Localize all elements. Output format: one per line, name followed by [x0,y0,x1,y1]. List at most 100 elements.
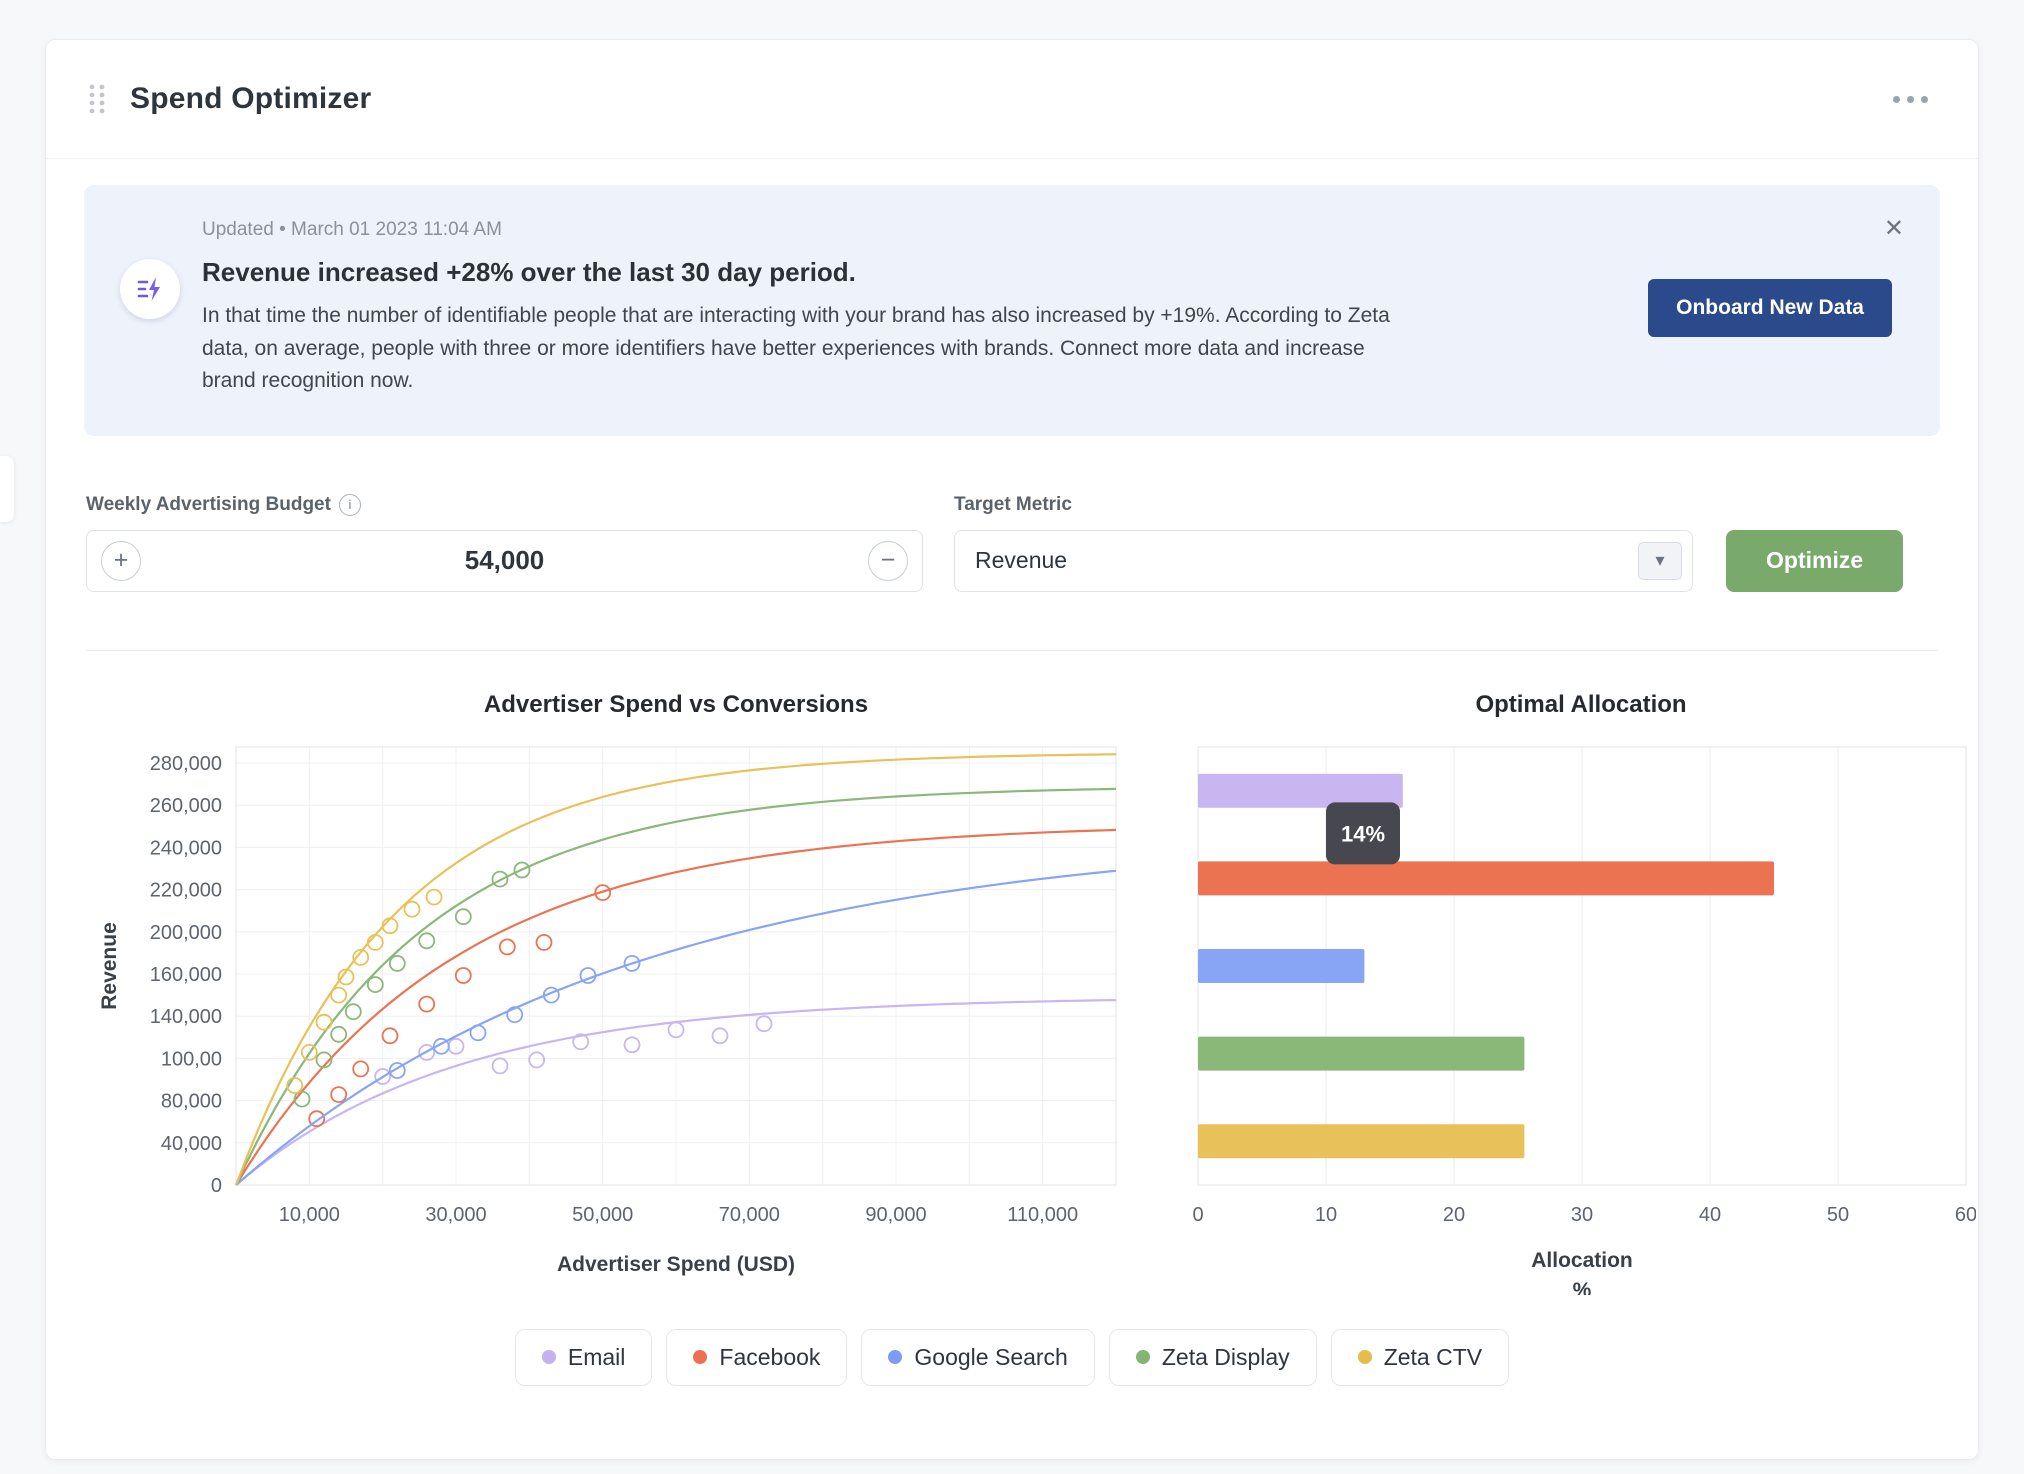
scatter-point-facebook[interactable] [537,935,552,950]
x-tick-label: 50 [1827,1204,1849,1226]
x-tick-label: 40 [1699,1204,1721,1226]
scatter-point-zeta-ctv[interactable] [317,1014,332,1029]
x-tick-label: 60 [1955,1204,1976,1226]
scatter-point-email[interactable] [625,1037,640,1052]
spend-vs-conversions-chart: Advertiser Spend vs Conversions 280,0002… [86,691,1146,1295]
x-tick-label: 70,000 [719,1204,780,1226]
legend-pill-email[interactable]: Email [515,1329,653,1386]
x-tick-label: 30,000 [425,1204,486,1226]
insight-bolt-icon [120,259,180,319]
scatter-point-zeta-ctv[interactable] [405,901,420,916]
legend-dot-icon [888,1350,902,1364]
insight-body: In that time the number of identifiable … [202,300,1392,398]
y-tick-label: 0 [211,1175,222,1197]
budget-stepper: + − [86,530,923,592]
scatter-point-email[interactable] [529,1052,544,1067]
scatter-point-facebook[interactable] [331,1087,346,1102]
overflow-menu-button[interactable] [1883,86,1938,113]
widget-header: Spend Optimizer [46,40,1978,159]
x-tick-label: 20 [1443,1204,1465,1226]
scatter-point-zeta-ctv[interactable] [331,987,346,1002]
channel-legend: Email Facebook Google Search Zeta Display Ze… [46,1329,1978,1386]
charts-row: Advertiser Spend vs Conversions 280,0002… [46,691,1978,1295]
legend-label: Google Search [914,1344,1067,1371]
increment-button[interactable]: + [101,541,141,581]
y-tick-label: 280,000 [150,753,222,775]
allocation-bar-zeta-ctv[interactable] [1198,1124,1524,1158]
legend-pill-google-search[interactable]: Google Search [861,1329,1094,1386]
legend-dot-icon [1136,1350,1150,1364]
allocation-bar-plot: 0 10 20 30 40 50 60 14% Allocation% [1186,735,1976,1295]
y-tick-label: 100,00 [161,1048,222,1070]
close-icon[interactable]: ✕ [1878,211,1910,247]
info-icon[interactable]: i [339,494,361,516]
scatter-point-email[interactable] [713,1028,728,1043]
bar-tooltip-label: 14% [1341,821,1385,846]
legend-label: Zeta Display [1162,1344,1290,1371]
budget-label: Weekly Advertising Budget [86,494,331,516]
y-tick-label: 240,000 [150,837,222,859]
updated-timestamp: Updated • March 01 2023 11:04 AM [202,219,1392,241]
scatter-point-zeta-display[interactable] [390,956,405,971]
scatter-point-zeta-display[interactable] [419,933,434,948]
y-tick-label: 160,000 [150,964,222,986]
scatter-point-facebook[interactable] [500,939,515,954]
spend-optimizer-widget: Spend Optimizer Updated • March 01 2023 … [45,39,1979,1460]
scatter-point-facebook[interactable] [383,1028,398,1043]
optimal-allocation-chart: Optimal Allocation 010203040506014%Alloc… [1186,691,1976,1295]
optimize-button[interactable]: Optimize [1726,530,1903,592]
allocation-bar-google-search[interactable] [1198,949,1364,983]
scatter-point-zeta-display[interactable] [331,1026,346,1041]
scatter-point-facebook[interactable] [456,968,471,983]
y-tick-label: 140,000 [150,1006,222,1028]
x-tick-label: 110,000 [1007,1204,1078,1226]
scatter-point-zeta-display[interactable] [456,909,471,924]
scatter-point-facebook[interactable] [419,996,434,1011]
scatter-point-zeta-display[interactable] [368,977,383,992]
x-axis-unit: % [1573,1279,1592,1295]
allocation-bar-zeta-display[interactable] [1198,1036,1524,1070]
scatter-point-google-search[interactable] [581,968,596,983]
scatter-point-zeta-display[interactable] [346,1004,361,1019]
scatter-plot: 280,000 260,000 240,000 220,000 200,000 160,0… [86,735,1146,1295]
y-tick-label: 220,000 [150,879,222,901]
x-tick-label: 10 [1315,1204,1337,1226]
x-tick-label: 90,000 [865,1204,926,1226]
legend-pill-zeta-ctv[interactable]: Zeta CTV [1331,1329,1509,1386]
x-tick-label: 0 [1192,1204,1203,1226]
target-metric-select[interactable]: Revenue ▾ [954,530,1693,592]
y-axis-title: Revenue [98,922,121,1010]
scatter-point-email[interactable] [493,1058,508,1073]
y-tick-label: 200,000 [150,921,222,943]
y-tick-label: 260,000 [150,795,222,817]
legend-dot-icon [693,1350,707,1364]
x-tick-label: 10,000 [279,1204,340,1226]
legend-label: Email [568,1344,626,1371]
scatter-chart-title: Advertiser Spend vs Conversions [86,691,1146,719]
scatter-point-zeta-ctv[interactable] [427,889,442,904]
drag-handle-icon[interactable] [86,82,108,116]
x-tick-label: 30 [1571,1204,1593,1226]
scatter-point-email[interactable] [757,1016,772,1031]
insight-text: Updated • March 01 2023 11:04 AM Revenue… [202,219,1392,398]
ellipsis-icon [1893,96,1900,103]
target-metric-label: Target Metric [954,494,1072,516]
legend-pill-zeta-display[interactable]: Zeta Display [1109,1329,1317,1386]
x-tick-label: 50,000 [572,1204,633,1226]
legend-label: Zeta CTV [1384,1344,1482,1371]
scatter-point-google-search[interactable] [471,1025,486,1040]
chevron-down-icon: ▾ [1638,542,1682,580]
legend-pill-facebook[interactable]: Facebook [666,1329,847,1386]
y-tick-label: 40,000 [161,1132,222,1154]
onboard-new-data-button[interactable]: Onboard New Data [1648,279,1892,337]
budget-block: Weekly Advertising Budget i + − [86,494,923,592]
x-axis-title: Allocation [1531,1249,1633,1272]
scatter-point-facebook[interactable] [353,1061,368,1076]
allocation-bar-facebook[interactable] [1198,861,1774,895]
y-tick-label: 80,000 [161,1090,222,1112]
insight-headline: Revenue increased +28% over the last 30 … [202,257,1392,288]
legend-dot-icon [1358,1350,1372,1364]
x-axis-title: Advertiser Spend (USD) [557,1253,795,1276]
decrement-button[interactable]: − [868,541,908,581]
budget-input[interactable] [141,544,868,577]
